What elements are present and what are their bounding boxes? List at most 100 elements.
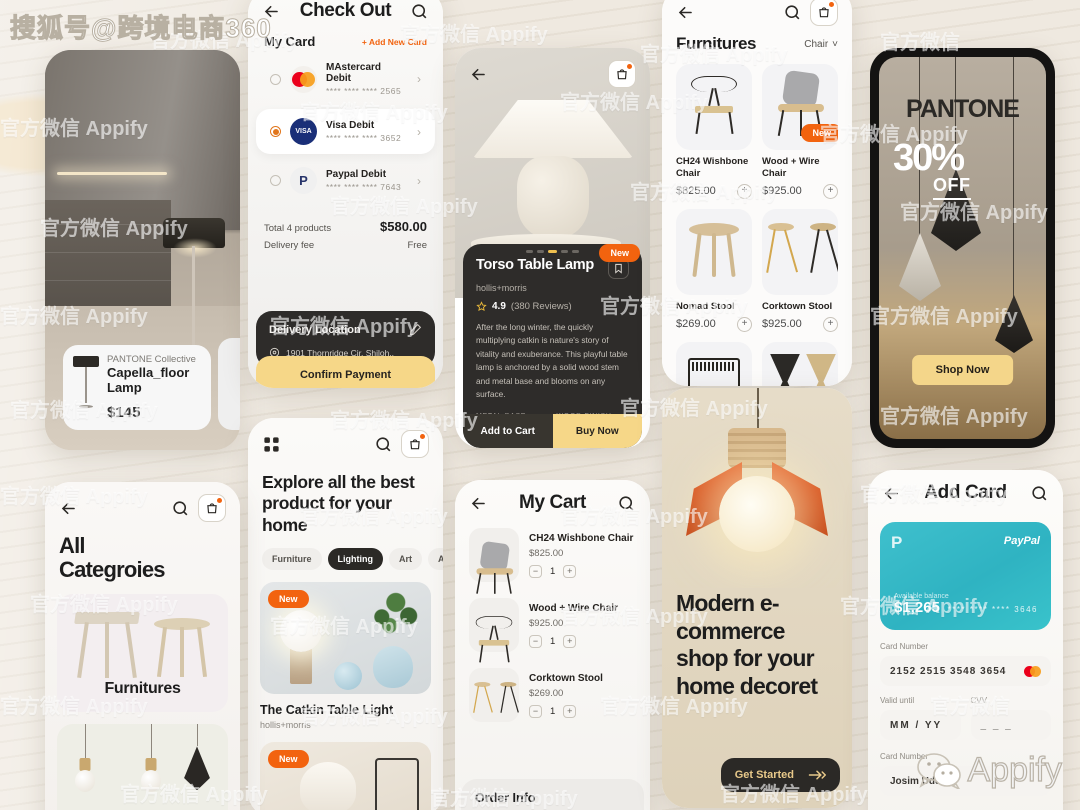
card-brand: PayPal <box>1003 535 1040 547</box>
chevron-down-icon: ˅ <box>832 38 838 50</box>
quantity-stepper[interactable]: − 1 + <box>529 564 633 578</box>
get-started-button[interactable]: Get Started <box>720 758 840 792</box>
add-item-button[interactable]: + <box>823 183 838 199</box>
search-icon[interactable] <box>410 2 429 21</box>
cart-button[interactable] <box>401 430 429 458</box>
tab-lighting[interactable]: Lighting <box>327 548 383 571</box>
search-icon[interactable] <box>617 494 636 513</box>
quantity-stepper[interactable]: − 1 + <box>529 634 618 648</box>
shop-now-button[interactable]: Shop Now <box>911 355 1014 385</box>
card-number-input[interactable]: 2152 2515 3548 3654 <box>880 656 1051 686</box>
card-radio[interactable] <box>270 73 281 85</box>
back-arrow-icon[interactable] <box>882 484 901 503</box>
tab-accesories[interactable]: Accesori <box>428 548 443 571</box>
item-name: Wood + Wire Chair <box>762 156 820 179</box>
back-arrow-icon[interactable] <box>469 65 488 84</box>
chevron-right-icon[interactable]: › <box>417 174 421 188</box>
cart-item[interactable]: Wood + Wire Chair $925.00 − 1 + <box>455 590 650 663</box>
buy-now-button[interactable]: Buy Now <box>552 414 642 448</box>
title-line-2: Categroies <box>59 557 166 583</box>
product-rating: 4.9 (380 Reviews) <box>476 301 629 312</box>
back-arrow-icon[interactable] <box>676 3 695 22</box>
tab-art[interactable]: Art <box>389 548 422 571</box>
order-totals: Total 4 products $580.00 Delivery fee Fr… <box>248 207 443 253</box>
item-price: $825.00 <box>676 185 716 198</box>
grid-menu-icon[interactable] <box>262 435 281 454</box>
category-card-furnitures[interactable]: Furnitures <box>57 594 228 713</box>
increase-button[interactable]: + <box>563 564 577 578</box>
appify-logo: Appify <box>916 750 1063 790</box>
bookmark-icon <box>615 263 622 274</box>
cart-button[interactable] <box>608 60 636 88</box>
add-item-button[interactable]: + <box>823 316 838 332</box>
back-arrow-icon[interactable] <box>59 499 78 518</box>
credit-card-preview[interactable]: P PayPal Available balance $1,265 **** *… <box>880 522 1051 630</box>
search-icon[interactable] <box>1030 484 1049 503</box>
decrease-button[interactable]: − <box>529 704 542 718</box>
filter-value: Chair <box>804 38 829 50</box>
product-card-catkin[interactable]: New The Catkin Table Light hollis+morris… <box>260 582 431 810</box>
card-number: **** **** **** 2565 <box>326 86 402 96</box>
chevron-right-icon[interactable]: › <box>417 125 421 139</box>
total-label: Total 4 products <box>264 223 332 234</box>
increase-button[interactable]: + <box>563 634 577 648</box>
expiry-cvv-row: Valid until MM / YY CVV _ _ _ <box>868 696 1063 740</box>
grid-item[interactable]: Corktown Stool $925.00 + <box>762 208 838 332</box>
valid-until-input[interactable]: MM / YY <box>880 710 961 740</box>
card-number-value: 2152 2515 3548 3654 <box>890 665 1007 677</box>
add-item-button[interactable]: + <box>737 183 752 199</box>
item-image: New <box>762 64 838 150</box>
grid-item[interactable]: New <box>762 341 838 386</box>
visa-logo: VISA <box>290 118 317 145</box>
category-card-lighting[interactable]: Lighting <box>57 724 228 810</box>
search-icon[interactable] <box>171 499 190 518</box>
category-filter[interactable]: Chair ˅ <box>804 39 838 50</box>
page-title: Check Out <box>299 0 392 21</box>
item-image <box>676 341 752 386</box>
cart-button[interactable] <box>810 0 838 26</box>
confirm-payment-button[interactable]: Confirm Payment <box>256 356 435 388</box>
product-thumbnail <box>73 354 99 409</box>
grid-item[interactable] <box>676 341 752 386</box>
cart-badge-dot <box>829 2 834 7</box>
screen-furnitures: Furnitures Chair ˅ CH24 Wishbone Chair $… <box>662 0 852 386</box>
item-thumbnail <box>469 528 519 594</box>
cart-button[interactable] <box>198 494 226 522</box>
quantity-stepper[interactable]: − 1 + <box>529 704 603 718</box>
search-icon[interactable] <box>374 435 393 454</box>
cart-icon <box>617 69 627 80</box>
card-row-visa[interactable]: VISA Visa Debit **** **** **** 3652 › <box>256 109 435 154</box>
sohu-watermark: 搜狐号@跨境电商360 <box>10 13 272 44</box>
cart-item[interactable]: CH24 Wishbone Chair $825.00 − 1 + <box>455 520 650 594</box>
lamp-bulb <box>280 610 322 653</box>
lamp-globe <box>719 476 795 552</box>
search-icon[interactable] <box>783 3 802 22</box>
chair <box>375 758 419 810</box>
add-item-button[interactable]: + <box>737 316 752 332</box>
product-card[interactable]: PANTONE Collective Capella_floor Lamp $14… <box>63 345 211 430</box>
edit-icon[interactable] <box>409 323 422 336</box>
card-row-paypal[interactable]: P Paypal Debit **** **** **** 7643 › <box>256 158 435 203</box>
tab-furniture[interactable]: Furniture <box>262 548 322 571</box>
cart-item[interactable]: Corktown Stool $269.00 − 1 + <box>455 660 650 730</box>
grid-item[interactable]: New Wood + Wire Chair $925.00 + <box>762 64 838 199</box>
card-radio[interactable] <box>270 175 281 186</box>
item-name: Corktown Stool <box>529 672 603 684</box>
grid-item[interactable]: Nomad Stool $269.00 + <box>676 208 752 332</box>
quantity-value: 1 <box>550 565 556 577</box>
card-number: **** **** **** 3652 <box>326 133 402 143</box>
decrease-button[interactable]: − <box>529 634 542 648</box>
grid-item[interactable]: CH24 Wishbone Chair $825.00 + <box>676 64 752 199</box>
phone-explore: Explore all the best product for your ho… <box>248 418 443 810</box>
back-arrow-icon[interactable] <box>469 494 488 513</box>
cvv-input[interactable]: _ _ _ <box>970 710 1051 740</box>
star-icon <box>476 301 487 312</box>
add-to-cart-button[interactable]: Add to Cart <box>463 414 553 448</box>
add-new-card-button[interactable]: + Add New Card <box>362 37 427 47</box>
card-row-mastercard[interactable]: MAstercard Debit **** **** **** 2565 › <box>256 53 435 105</box>
item-name: Nomad Stool <box>676 300 735 312</box>
card-radio[interactable] <box>270 126 281 137</box>
increase-button[interactable]: + <box>563 704 577 718</box>
decrease-button[interactable]: − <box>529 564 542 578</box>
chevron-right-icon[interactable]: › <box>417 72 421 86</box>
